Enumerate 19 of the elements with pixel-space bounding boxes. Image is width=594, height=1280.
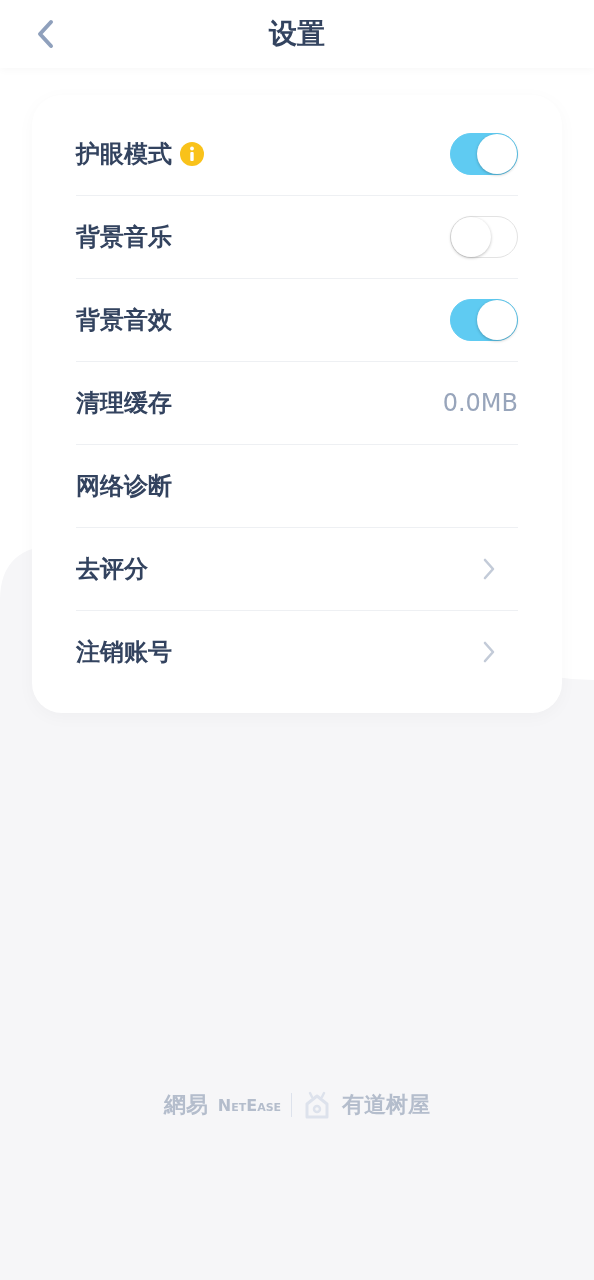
page-title: 设置 <box>269 16 325 52</box>
setting-label: 注销账号 <box>76 637 172 668</box>
setting-label: 网络诊断 <box>76 471 172 502</box>
info-icon[interactable] <box>180 142 204 166</box>
product-logo-text: 有道树屋 <box>342 1091 431 1119</box>
back-icon <box>36 19 54 49</box>
setting-label: 清理缓存 <box>76 388 172 419</box>
brand-latin-text: NetEase <box>217 1095 282 1115</box>
setting-label: 去评分 <box>76 554 148 585</box>
brand-logo-text: 網易 <box>163 1091 208 1119</box>
toggle-switch[interactable] <box>450 216 518 258</box>
toggle-switch[interactable] <box>450 133 518 175</box>
setting-label: 护眼模式 <box>76 139 172 170</box>
chevron-right-icon <box>482 640 496 664</box>
setting-label: 背景音效 <box>76 305 172 336</box>
chevron-right-icon <box>482 557 496 581</box>
setting-label: 背景音乐 <box>76 222 172 253</box>
toggle-switch[interactable] <box>450 299 518 341</box>
cache-size: 0.0MB <box>442 389 518 417</box>
